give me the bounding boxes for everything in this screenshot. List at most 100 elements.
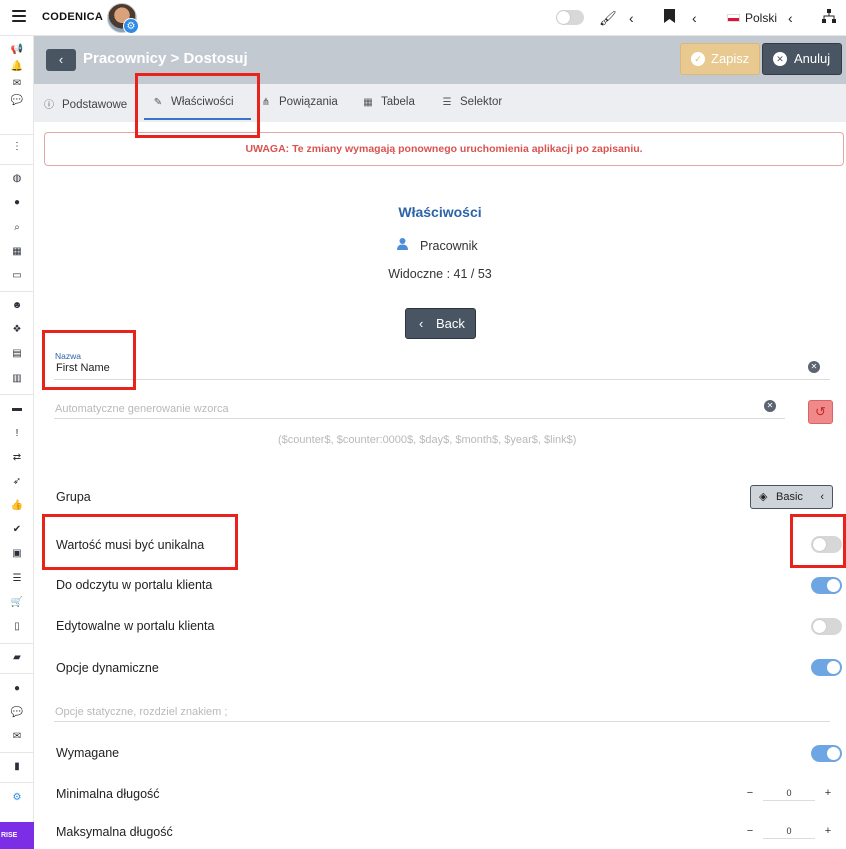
readonly-portal-label: Do odczytu w portalu klienta [56, 578, 213, 592]
settings-icon[interactable]: ⚙ [0, 792, 34, 804]
tab-label: Podstawowe [62, 99, 128, 111]
menu-icon[interactable] [12, 10, 26, 22]
back-button-label: Back [436, 316, 465, 331]
megaphone-icon[interactable]: 📢 [0, 44, 34, 56]
money-icon[interactable]: ▬ [0, 403, 34, 415]
user-check-icon[interactable]: ✔ [0, 524, 34, 536]
dynamic-options-label: Opcje dynamiczne [56, 661, 159, 675]
divider [54, 418, 785, 419]
layers-icon: ◈ [759, 491, 768, 503]
editable-portal-label: Edytowalne w portalu klienta [56, 619, 215, 633]
cancel-button-label: Anuluj [794, 51, 831, 66]
group-label: Grupa [56, 490, 91, 504]
section-title: Właściwości [398, 204, 482, 220]
chevron-left-icon: ‹ [820, 491, 824, 503]
sitemap-icon: ⋔ [261, 97, 271, 108]
rocket-icon[interactable]: ➶ [0, 476, 34, 488]
annotation-box [790, 514, 846, 568]
user-tie-icon[interactable]: ● [0, 683, 34, 695]
tab-label: Selektor [460, 96, 503, 108]
user-icon[interactable]: ● [0, 197, 34, 209]
pattern-input[interactable]: Automatyczne generowanie wzorca [55, 403, 229, 415]
note-icon[interactable]: ▣ [0, 548, 34, 560]
required-label: Wymagane [56, 746, 120, 760]
bell-icon[interactable]: 🔔 [0, 61, 34, 73]
search-icon[interactable]: ⌕ [0, 222, 34, 234]
group-select[interactable]: ◈ Basic ‹ [750, 485, 833, 509]
breadcrumb: Pracownicy > Dostosuj [83, 50, 248, 67]
theme-toggle[interactable] [556, 10, 584, 25]
list-check-icon[interactable]: ☰ [0, 573, 34, 585]
folder-icon[interactable]: ▰ [0, 652, 34, 664]
chat-icon[interactable]: 💬 [0, 95, 34, 107]
max-length-label: Maksymalna długość [56, 825, 173, 839]
file-icon[interactable]: ▤ [0, 348, 34, 360]
calendar-icon[interactable]: ▦ [0, 246, 34, 258]
language-selector[interactable]: Polski [745, 11, 777, 25]
check-circle-icon: ✓ [691, 52, 705, 66]
sidebar: 📢 🔔 ✉ 💬 ⋮ ◍ ● ⌕ ▦ ▭ ☻ ❖ ▤ ▥ ▬ ! ⇄ ➶ 👍 ✔ … [0, 36, 34, 849]
thumbs-up-icon[interactable]: 👍 [0, 500, 34, 512]
comment-icon[interactable]: 💬 [0, 707, 34, 719]
static-options-input[interactable]: Opcje statyczne, rozdziel znakiem ; [55, 706, 227, 718]
annotation-box [42, 330, 136, 390]
gear-icon[interactable]: ⚙ [123, 18, 139, 34]
mail-icon[interactable]: ✉ [0, 731, 34, 743]
chevron-left-icon[interactable]: ‹ [692, 9, 697, 27]
max-length-value[interactable]: 0 [763, 824, 815, 839]
book-icon[interactable]: ▯ [0, 621, 34, 633]
envelope-icon[interactable]: ✉ [0, 78, 34, 90]
cubes-icon[interactable]: ❖ [0, 324, 34, 336]
visible-count: Widoczne : 41 / 53 [388, 267, 492, 281]
top-bar: CODENICA ⚙ 🖌 ‹ ‹ Polski ‹ [0, 0, 846, 36]
tab-selektor[interactable]: ☰ Selektor [440, 96, 503, 108]
cart-icon[interactable]: 🛒 [0, 597, 34, 609]
chevron-left-icon[interactable]: ‹ [788, 9, 793, 27]
paint-brush-icon[interactable]: 🖌 [599, 9, 617, 27]
bookmark-icon[interactable] [664, 9, 675, 27]
chevron-left-icon[interactable]: ‹ [629, 9, 634, 27]
globe-icon[interactable]: ◍ [0, 173, 34, 185]
max-length-stepper: − 0 + [743, 824, 835, 840]
back-button[interactable]: ‹ Back [405, 308, 476, 339]
increment-button[interactable]: + [821, 786, 835, 800]
tab-powiazania[interactable]: ⋔ Powiązania [259, 96, 338, 108]
inbox-icon[interactable]: ▭ [0, 270, 34, 282]
flag-pl-icon [727, 14, 740, 22]
edition-badge: RISE [0, 822, 34, 849]
close-circle-icon: ✕ [773, 52, 787, 66]
readonly-portal-toggle[interactable] [811, 577, 842, 594]
alert-icon[interactable]: ! [0, 428, 34, 440]
required-toggle[interactable] [811, 745, 842, 762]
editable-portal-toggle[interactable] [811, 618, 842, 635]
users-icon[interactable]: ☻ [0, 300, 34, 312]
cancel-button[interactable]: ✕ Anuluj [762, 43, 842, 75]
chevron-left-icon: ‹ [419, 316, 424, 331]
annotation-box [42, 514, 238, 570]
increment-button[interactable]: + [821, 824, 835, 838]
save-button[interactable]: ✓ Zapisz [680, 43, 760, 75]
tab-label: Tabela [381, 96, 415, 108]
tab-podstawowe[interactable]: ⓘ Podstawowe [42, 96, 127, 111]
table-icon: ▦ [363, 97, 373, 108]
back-arrow-button[interactable]: ‹ [46, 49, 76, 71]
dynamic-options-toggle[interactable] [811, 659, 842, 676]
chart-bar-icon[interactable]: ▮ [0, 761, 34, 773]
info-icon: ⓘ [44, 100, 54, 111]
divider [54, 721, 830, 722]
clear-pattern-icon[interactable]: ✕ [764, 400, 776, 412]
pattern-hint: ($counter$, $counter:0000$, $day$, $mont… [278, 434, 577, 446]
clear-name-icon[interactable]: ✕ [808, 361, 820, 373]
reset-pattern-button[interactable]: ↺ [808, 400, 833, 424]
building-icon[interactable]: ▥ [0, 373, 34, 385]
group-value: Basic [776, 491, 803, 503]
tab-tabela[interactable]: ▦ Tabela [361, 96, 415, 108]
min-length-stepper: − 0 + [743, 786, 835, 802]
decrement-button[interactable]: − [743, 824, 757, 838]
min-length-value[interactable]: 0 [763, 786, 815, 801]
sitemap-icon[interactable] [822, 9, 836, 27]
entity-name: Pracownik [397, 238, 478, 253]
decrement-button[interactable]: − [743, 786, 757, 800]
exchange-icon[interactable]: ⇄ [0, 452, 34, 464]
more-vertical-icon[interactable]: ⋮ [0, 141, 34, 153]
